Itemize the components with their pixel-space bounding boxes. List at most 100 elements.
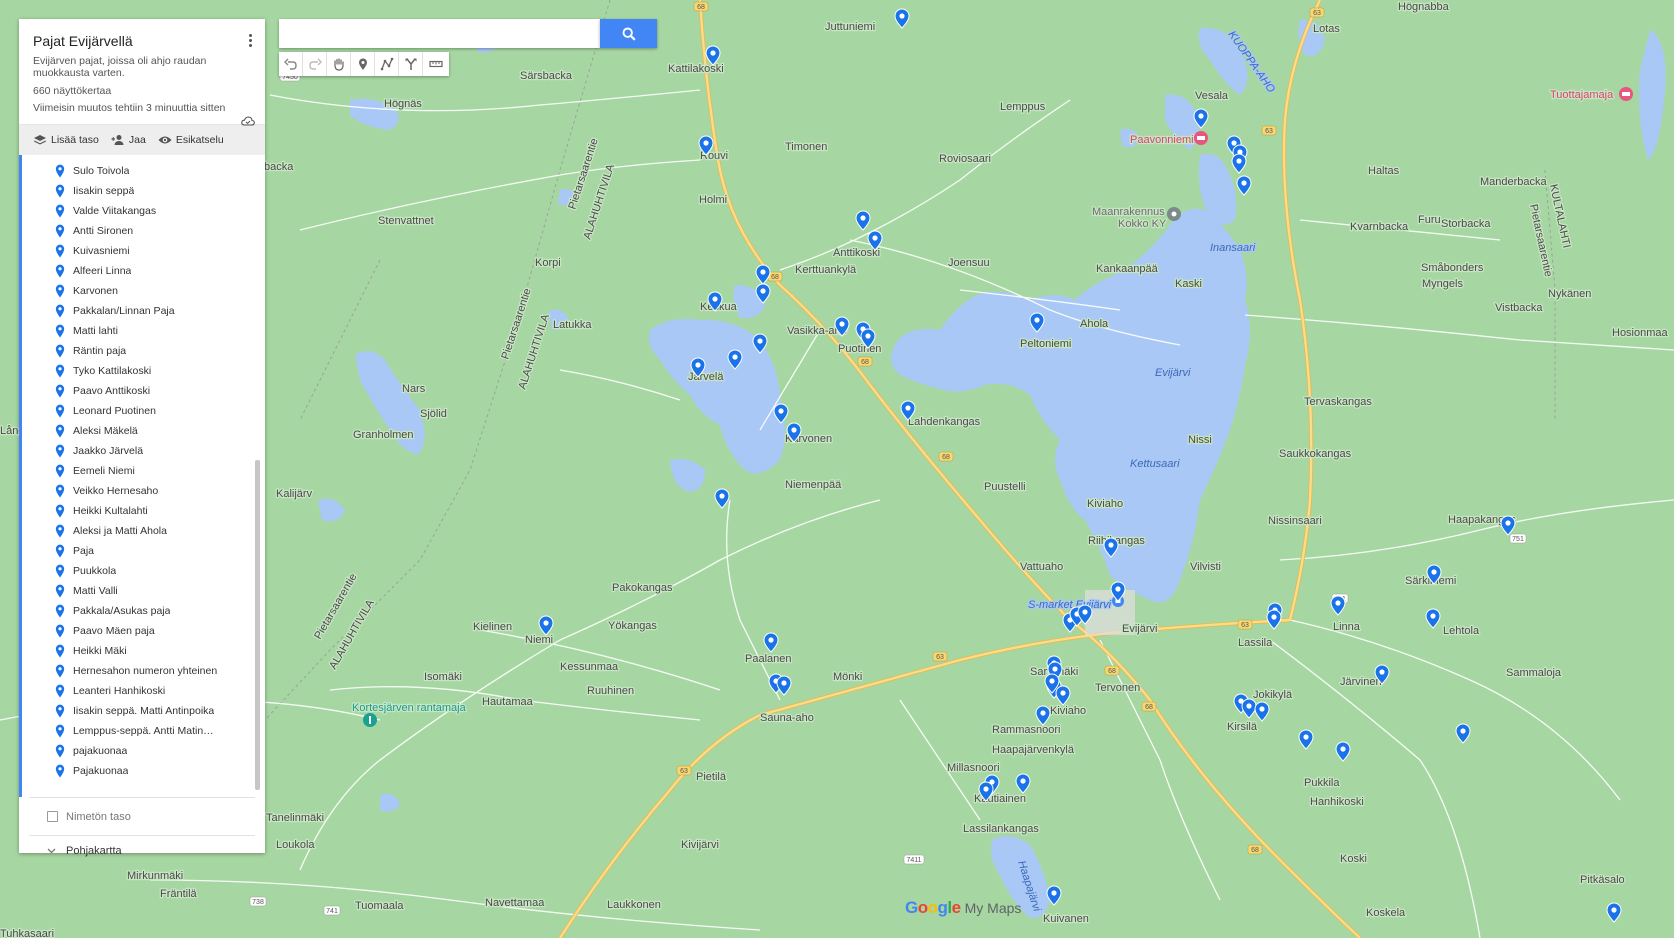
business-icon: [1167, 207, 1181, 221]
place-label: Tuhkasaari: [0, 928, 54, 938]
feature-item[interactable]: Iisakin seppä: [22, 181, 265, 201]
feature-item[interactable]: Heikki Kultalahti: [22, 501, 265, 521]
place-label: Manderbacka: [1480, 176, 1548, 188]
redo-button[interactable]: [303, 52, 327, 76]
feature-label: Kuivasniemi: [73, 245, 130, 257]
svg-text:63: 63: [936, 654, 944, 661]
map-pin-icon: [55, 424, 65, 438]
feature-item[interactable]: Tyko Kattilakoski: [22, 361, 265, 381]
scrollbar[interactable]: [255, 460, 260, 790]
feature-item[interactable]: Paavo Mäen paja: [22, 621, 265, 641]
more-options-icon[interactable]: [245, 33, 255, 49]
map-pin-icon: [55, 304, 65, 318]
place-label: Paavonniemi: [1130, 134, 1194, 146]
feature-label: Alfeeri Linna: [73, 265, 132, 277]
basemap-toggle[interactable]: Pohjakartta: [29, 835, 255, 865]
map-pin-icon: [55, 584, 65, 598]
feature-item[interactable]: Valde Viitakangas: [22, 201, 265, 221]
feature-item[interactable]: Eemeli Niemi: [22, 461, 265, 481]
feature-label: Matti lahti: [73, 325, 118, 337]
place-label: Vesala: [1195, 90, 1229, 102]
feature-item[interactable]: Pakkala/Asukas paja: [22, 601, 265, 621]
feature-item[interactable]: Aleksi ja Matti Ahola: [22, 521, 265, 541]
feature-item[interactable]: Matti lahti: [22, 321, 265, 341]
place-label: Niemenpää: [785, 479, 842, 491]
place-label: Nissi: [1188, 434, 1212, 446]
place-label: Hanhikoski: [1310, 796, 1364, 808]
feature-item[interactable]: Paja: [22, 541, 265, 561]
feature-item[interactable]: Iisakin seppä. Matti Antinpoika: [22, 701, 265, 721]
place-label: Evijärvi: [1122, 623, 1157, 635]
feature-item[interactable]: Alfeeri Linna: [22, 261, 265, 281]
map-pin-icon: [55, 364, 65, 378]
undo-button[interactable]: [279, 52, 303, 76]
feature-item[interactable]: Kuivasniemi: [22, 241, 265, 261]
place-label: Kiviaho: [1050, 705, 1086, 717]
place-label: Juttuniemi: [825, 21, 875, 33]
feature-item[interactable]: Antti Sironen: [22, 221, 265, 241]
feature-item[interactable]: Leanteri Hanhikoski: [22, 681, 265, 701]
feature-item[interactable]: Aleksi Mäkelä: [22, 421, 265, 441]
feature-item[interactable]: Paavo Anttikoski: [22, 381, 265, 401]
feature-item[interactable]: Hernesahon numeron yhteinen: [22, 661, 265, 681]
add-marker-button[interactable]: [351, 52, 375, 76]
feature-label: Pakkala/Asukas paja: [73, 605, 171, 617]
panel-actions: Lisää taso Jaa Esikatselu: [19, 125, 265, 155]
measure-button[interactable]: [423, 52, 449, 76]
map-title[interactable]: Pajat Evijärvellä: [33, 33, 251, 49]
feature-item[interactable]: Veikko Hernesaho: [22, 481, 265, 501]
feature-item[interactable]: pajakuonaa: [22, 741, 265, 761]
feature-item[interactable]: Heikki Mäki: [22, 641, 265, 661]
place-label: Stenvattnet: [378, 215, 434, 227]
draw-line-button[interactable]: [375, 52, 399, 76]
place-label: Haltas: [1368, 165, 1400, 177]
feature-item[interactable]: Jaakko Järvelä: [22, 441, 265, 461]
place-label: Nykänen: [1548, 288, 1591, 300]
feature-item[interactable]: Pakkalan/Linnan Paja: [22, 301, 265, 321]
search-icon: [622, 27, 636, 41]
place-label: Maanrakennus: [1092, 206, 1165, 218]
unnamed-layer[interactable]: Nimetön taso: [29, 797, 255, 835]
search-input[interactable]: [279, 19, 600, 48]
feature-item[interactable]: Puukkola: [22, 561, 265, 581]
feature-label: Paavo Mäen paja: [73, 625, 155, 637]
pan-tool-button[interactable]: [327, 52, 351, 76]
feature-item[interactable]: Matti Valli: [22, 581, 265, 601]
place-label: backa: [264, 161, 294, 173]
svg-text:68: 68: [771, 274, 779, 281]
feature-label: Sulo Toivola: [73, 165, 130, 177]
place-label: Nars: [402, 383, 426, 395]
place-label: Lotas: [1313, 23, 1340, 35]
feature-label: Karvonen: [73, 285, 118, 297]
place-label: Isomäki: [424, 671, 462, 683]
place-label: Korpi: [535, 257, 561, 269]
share-button[interactable]: Jaa: [111, 134, 146, 146]
feature-item[interactable]: Pajakuonaa: [22, 761, 265, 781]
feature-label: Aleksi ja Matti Ahola: [73, 525, 167, 537]
feature-item[interactable]: Lemppus-seppä. Antti Matinpoika: [22, 721, 265, 741]
search-button[interactable]: [600, 19, 657, 48]
place-label: Kessunmaa: [560, 661, 619, 673]
feature-item[interactable]: Karvonen: [22, 281, 265, 301]
svg-text:63: 63: [1265, 128, 1273, 135]
place-label: Paalanen: [745, 653, 792, 665]
google-logo: Google: [905, 898, 961, 917]
directions-button[interactable]: [399, 52, 423, 76]
map-pin-icon: [55, 444, 65, 458]
place-label: Holmi: [699, 194, 727, 206]
feature-label: Puukkola: [73, 565, 117, 577]
place-label: Kiviaho: [1087, 498, 1123, 510]
feature-item[interactable]: Sulo Toivola: [22, 161, 265, 181]
map-pin-icon: [55, 504, 65, 518]
layer-visibility-checkbox[interactable]: [47, 811, 58, 822]
preview-button[interactable]: Esikatselu: [158, 134, 224, 146]
place-label: Lemppus: [1000, 101, 1046, 113]
panel-header: Pajat Evijärvellä Evijärven pajat, joiss…: [19, 19, 265, 126]
add-layer-button[interactable]: Lisää taso: [33, 134, 99, 146]
feature-item[interactable]: Räntin paja: [22, 341, 265, 361]
feature-item[interactable]: Leonard Puotinen: [22, 401, 265, 421]
feature-label: Leanteri Hanhikoski: [73, 685, 166, 697]
place-label: Kortesjärven rantamaja: [352, 702, 467, 714]
map-pin-icon: [55, 164, 65, 178]
place-label: Kettusaari: [1130, 458, 1180, 470]
